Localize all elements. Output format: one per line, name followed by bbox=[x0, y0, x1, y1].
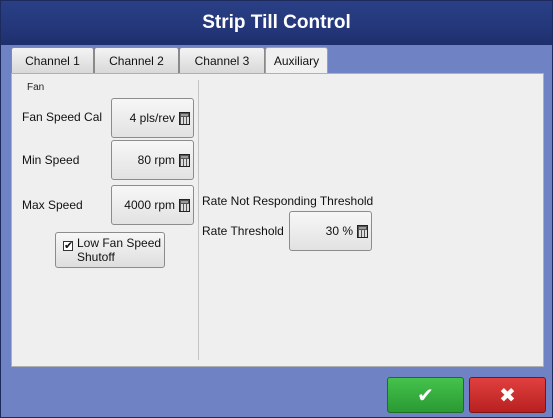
calculator-icon bbox=[179, 153, 190, 167]
rate-threshold-label: Rate Threshold bbox=[202, 224, 284, 238]
tab-channel-3[interactable]: Channel 3 bbox=[179, 47, 265, 73]
tab-channel-2[interactable]: Channel 2 bbox=[94, 47, 179, 73]
tab-auxiliary[interactable]: Auxiliary bbox=[265, 47, 328, 74]
fan-section-label: Fan bbox=[27, 82, 45, 93]
rate-section-label: Rate Not Responding Threshold bbox=[202, 194, 374, 208]
max-speed-field[interactable]: 4000 rpm bbox=[111, 185, 194, 225]
auxiliary-panel: Fan Fan Speed Cal 4 pls/rev Min Speed 80… bbox=[11, 73, 544, 367]
fan-speed-cal-field[interactable]: 4 pls/rev bbox=[111, 98, 194, 138]
shutoff-label-line-2: Shutoff bbox=[77, 250, 115, 264]
fan-speed-cal-label: Fan Speed Cal bbox=[22, 110, 103, 124]
channel-tabs: Channel 1 Channel 2 Channel 3 Auxiliary bbox=[11, 47, 328, 74]
shutoff-label-line-1: Low Fan Speed bbox=[77, 236, 162, 250]
max-speed-label: Max Speed bbox=[22, 198, 83, 212]
calculator-icon bbox=[179, 198, 190, 212]
min-speed-value: 80 rpm bbox=[137, 153, 175, 167]
close-icon: ✖ bbox=[499, 384, 516, 407]
low-fan-speed-shutoff-checkbox[interactable]: ✔ Low Fan Speed Shutoff bbox=[55, 232, 165, 268]
min-speed-field[interactable]: 80 rpm bbox=[111, 140, 194, 180]
cancel-button[interactable]: ✖ bbox=[469, 377, 546, 413]
checkmark-icon: ✔ bbox=[417, 384, 434, 407]
calculator-icon bbox=[179, 111, 190, 125]
section-divider bbox=[198, 80, 199, 360]
ok-button[interactable]: ✔ bbox=[387, 377, 464, 413]
rate-threshold-field[interactable]: 30 % bbox=[289, 211, 372, 251]
tab-channel-1[interactable]: Channel 1 bbox=[11, 47, 94, 73]
checkbox-check-icon: ✔ bbox=[63, 240, 74, 252]
strip-till-control-dialog: Strip Till Control Channel 1 Channel 2 C… bbox=[0, 0, 553, 418]
calculator-icon bbox=[357, 224, 368, 238]
max-speed-value: 4000 rpm bbox=[124, 198, 175, 212]
dialog-title: Strip Till Control bbox=[1, 1, 552, 45]
fan-speed-cal-value: 4 pls/rev bbox=[129, 111, 175, 125]
min-speed-label: Min Speed bbox=[22, 153, 80, 167]
low-fan-speed-shutoff-label: Low Fan Speed Shutoff bbox=[77, 236, 161, 264]
rate-threshold-value: 30 % bbox=[325, 224, 353, 238]
